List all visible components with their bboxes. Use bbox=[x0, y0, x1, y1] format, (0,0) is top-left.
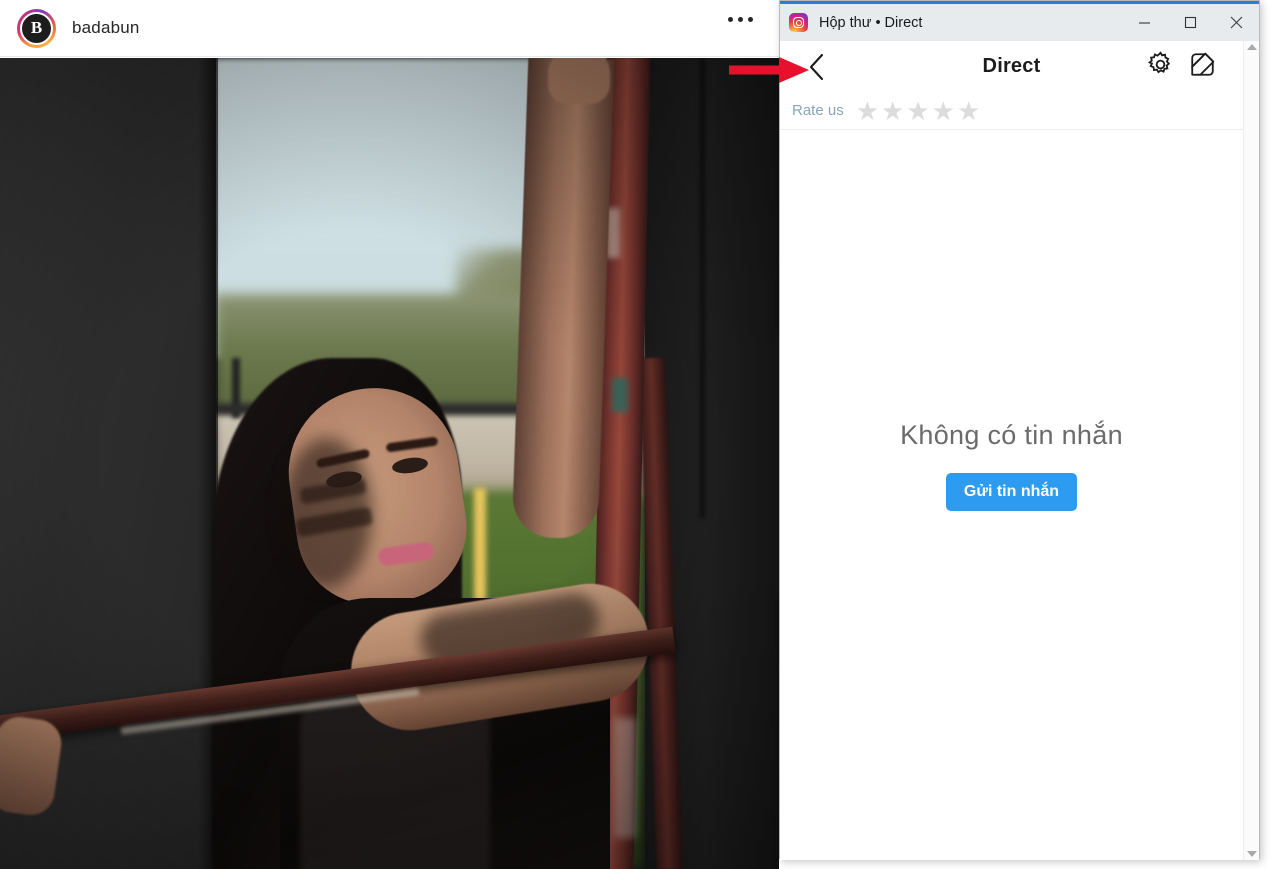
gear-icon[interactable] bbox=[1146, 50, 1175, 84]
star-2[interactable]: ★ bbox=[881, 98, 904, 124]
send-message-button[interactable]: Gửi tin nhắn bbox=[945, 473, 1078, 511]
direct-header: Direct bbox=[780, 41, 1243, 92]
star-4[interactable]: ★ bbox=[932, 98, 955, 124]
avatar-initial: B bbox=[20, 11, 53, 45]
star-5[interactable]: ★ bbox=[957, 98, 980, 124]
profile-header: B badabun bbox=[0, 0, 779, 57]
maximize-button[interactable] bbox=[1167, 4, 1213, 41]
profile-photo[interactable] bbox=[0, 58, 779, 869]
empty-inbox-state: Không có tin nhắn Gửi tin nhắn bbox=[780, 131, 1243, 860]
window-title: Hộp thư • Direct bbox=[819, 14, 923, 31]
screenshot-root: B badabun Hộp thư • Direct Direct Rate u… bbox=[0, 0, 1279, 869]
instagram-icon bbox=[789, 13, 808, 32]
scroll-up-arrow-icon[interactable] bbox=[1246, 44, 1257, 50]
dot bbox=[738, 17, 743, 22]
instagram-web-pane: B badabun bbox=[0, 0, 779, 869]
rate-us-label: Rate us bbox=[792, 102, 844, 119]
window-body: Direct Rate us ★ ★ ★ ★ ★ Không có tin nh… bbox=[780, 41, 1259, 860]
instagram-glyph bbox=[793, 17, 804, 28]
direct-content: Direct Rate us ★ ★ ★ ★ ★ Không có tin nh… bbox=[780, 41, 1243, 860]
avatar[interactable]: B bbox=[17, 8, 56, 48]
close-button[interactable] bbox=[1213, 4, 1259, 41]
compose-icon[interactable] bbox=[1188, 50, 1217, 84]
instagram-direct-window: Hộp thư • Direct Direct Rate us ★ ★ ★ ★ … bbox=[779, 0, 1260, 860]
star-3[interactable]: ★ bbox=[906, 98, 929, 124]
rating-stars[interactable]: ★ ★ ★ ★ ★ bbox=[856, 98, 981, 124]
minimize-button[interactable] bbox=[1121, 4, 1167, 41]
window-controls bbox=[1121, 4, 1259, 41]
window-titlebar[interactable]: Hộp thư • Direct bbox=[780, 4, 1259, 41]
empty-state-title: Không có tin nhắn bbox=[900, 420, 1123, 450]
photo-vignette bbox=[0, 58, 779, 869]
header-actions bbox=[1146, 50, 1217, 84]
dot bbox=[748, 17, 753, 22]
dot bbox=[728, 17, 733, 22]
scroll-down-arrow-icon[interactable] bbox=[1246, 851, 1257, 857]
more-options-icon[interactable] bbox=[728, 17, 753, 22]
profile-username: badabun bbox=[72, 18, 140, 37]
back-icon[interactable] bbox=[804, 50, 830, 84]
vertical-scrollbar[interactable] bbox=[1243, 41, 1259, 860]
star-1[interactable]: ★ bbox=[856, 98, 879, 124]
rate-us-row: Rate us ★ ★ ★ ★ ★ bbox=[780, 92, 1243, 130]
